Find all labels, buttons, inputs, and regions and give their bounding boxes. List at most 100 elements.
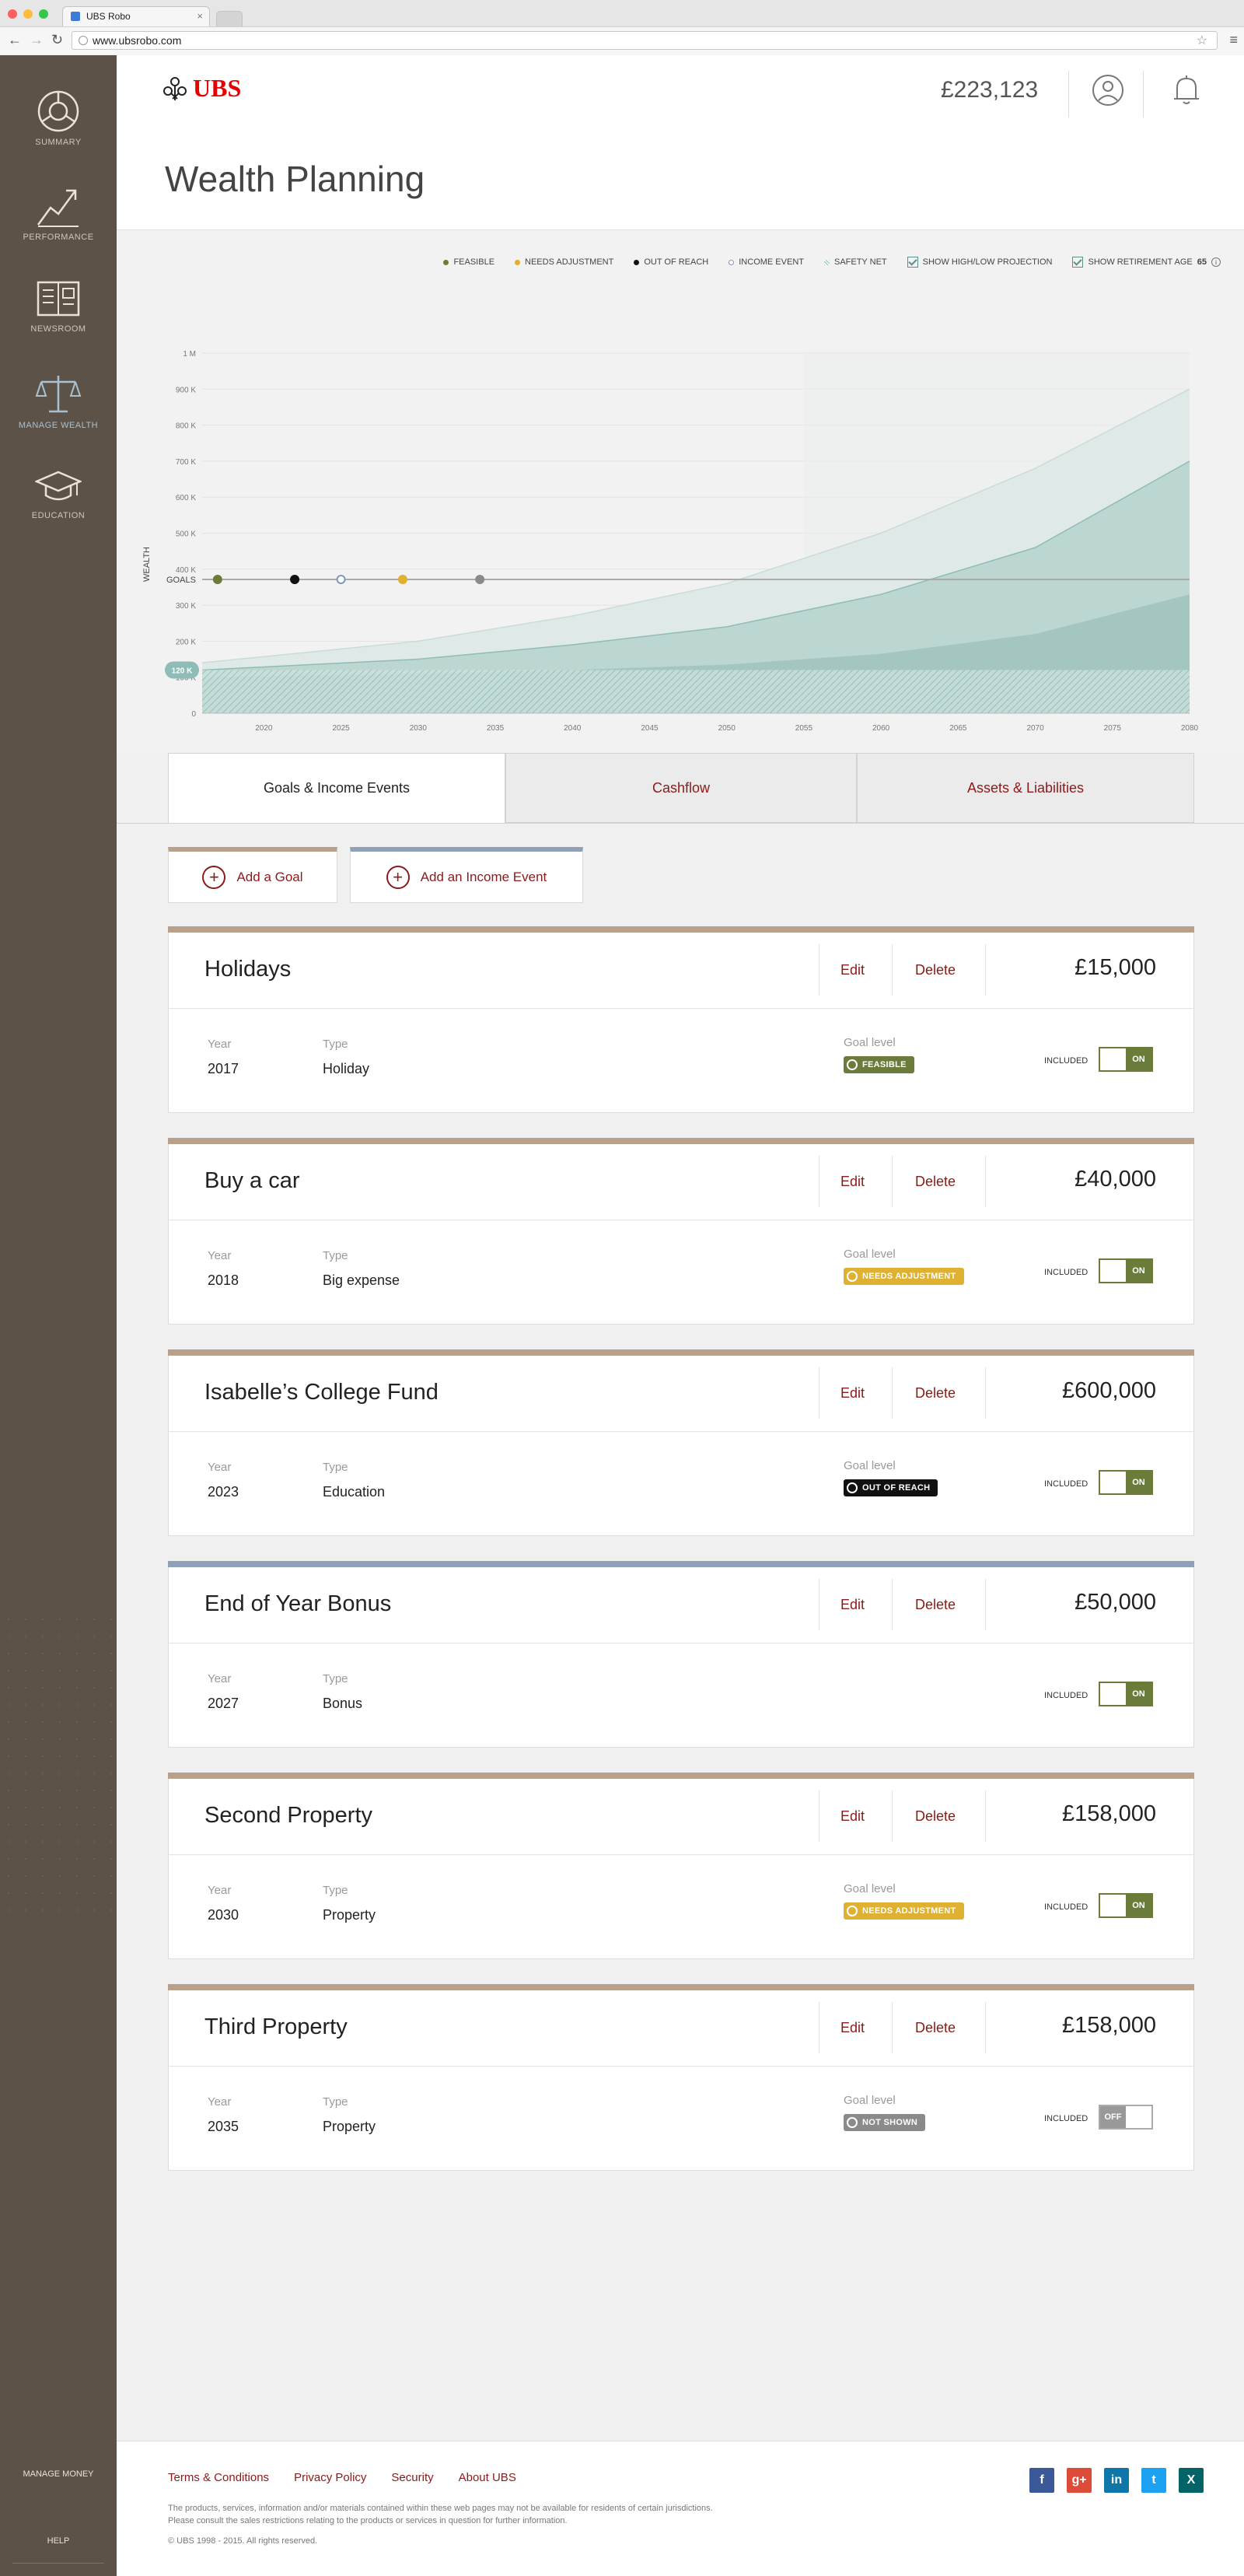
forward-arrow-icon[interactable]: → [30, 32, 44, 48]
page-info-icon [79, 36, 88, 45]
y-tick-label: 800 K [176, 422, 196, 431]
goal-card-bar [168, 926, 1194, 933]
goal-type: Property [323, 1907, 376, 1923]
included-toggle[interactable]: ON [1099, 1258, 1153, 1283]
google-plus-icon[interactable]: g+ [1067, 2468, 1092, 2493]
sidebar-item-performance[interactable]: PERFORMANCE [0, 184, 117, 242]
y-axis-label: WEALTH [142, 547, 152, 582]
toggle-knob [1100, 1260, 1126, 1282]
goal-card-bar [168, 1349, 1194, 1356]
goal-marker-2022 [290, 575, 300, 584]
wealth-chart[interactable]: 0100 K200 K300 K400 K500 K600 K700 K800 … [117, 231, 1244, 752]
back-arrow-icon[interactable]: ← [8, 32, 22, 48]
tab-close-icon[interactable]: × [197, 7, 203, 26]
privacy-link[interactable]: Privacy Policy [294, 2471, 366, 2484]
x-tick-label: 2065 [949, 724, 967, 733]
goal-card-buy-a-car: Buy a car Edit Delete £40,000 Year 2018 … [168, 1138, 1194, 1325]
sidebar-item-newsroom[interactable]: NEWSROOM [0, 279, 117, 334]
delete-button[interactable]: Delete [915, 1385, 956, 1402]
card-separator [169, 2066, 1193, 2067]
delete-button[interactable]: Delete [915, 1174, 956, 1190]
included-label: INCLUDED [1044, 2114, 1088, 2123]
delete-button[interactable]: Delete [915, 1808, 956, 1825]
sidebar-divider [12, 2563, 104, 2564]
about-link[interactable]: About UBS [459, 2471, 516, 2484]
browser-menu-icon[interactable]: ≡ [1229, 32, 1238, 48]
security-link[interactable]: Security [391, 2471, 433, 2484]
sidebar-item-education[interactable]: EDUCATION [0, 467, 117, 520]
xing-icon[interactable]: X [1179, 2468, 1204, 2493]
footer-disclaimer: The products, services, information and/… [168, 2504, 713, 2525]
x-tick-label: 2075 [1104, 724, 1122, 733]
goal-card-holidays: Holidays Edit Delete £15,000 Year 2017 T… [168, 926, 1194, 1113]
twitter-icon[interactable]: t [1141, 2468, 1166, 2493]
included-toggle[interactable]: ON [1099, 1893, 1153, 1918]
delete-button[interactable]: Delete [915, 962, 956, 978]
toggle-knob [1100, 1895, 1126, 1916]
goal-card-third-property: Third Property Edit Delete £158,000 Year… [168, 1984, 1194, 2171]
footer-links: Terms & Conditions Privacy Policy Securi… [168, 2471, 516, 2484]
goal-year: 2018 [208, 1272, 239, 1288]
minimize-window-button[interactable] [23, 9, 33, 19]
sidebar: SUMMARY PERFORMANCE NEWSROOM MANAGE WEAL… [0, 55, 117, 2576]
sidebar-item-manage-wealth[interactable]: MANAGE WEALTH [0, 373, 117, 430]
card-divider [985, 1579, 986, 1630]
page-title: Wealth Planning [165, 159, 425, 199]
bookmark-star-icon[interactable]: ☆ [1197, 33, 1207, 50]
linkedin-icon[interactable]: in [1104, 2468, 1129, 2493]
included-toggle[interactable]: OFF [1099, 2105, 1153, 2130]
type-label: Type [323, 1461, 348, 1474]
sidebar-item-label: NEWSROOM [30, 324, 86, 334]
status-text: NEEDS ADJUSTMENT [862, 1906, 956, 1916]
included-toggle[interactable]: ON [1099, 1047, 1153, 1072]
tab-cashflow[interactable]: Cashflow [505, 753, 857, 823]
notification-bell-icon[interactable] [1171, 74, 1202, 107]
included-label: INCLUDED [1044, 1479, 1088, 1489]
delete-button[interactable]: Delete [915, 1597, 956, 1613]
goal-type: Holiday [323, 1061, 370, 1076]
new-tab-button[interactable] [216, 11, 243, 26]
help-link[interactable]: HELP [0, 2536, 117, 2546]
add-income-event-button[interactable]: + Add an Income Event [350, 847, 583, 903]
ubs-logo[interactable]: UBS [162, 74, 241, 103]
x-tick-label: 2040 [564, 724, 582, 733]
included-toggle[interactable]: ON [1099, 1682, 1153, 1706]
sidebar-item-summary[interactable]: SUMMARY [0, 89, 117, 147]
status-text: NOT SHOWN [862, 2118, 918, 2127]
edit-button[interactable]: Edit [840, 1597, 865, 1613]
facebook-icon[interactable]: f [1029, 2468, 1054, 2493]
header: UBS £223,123 Wealth Planning [117, 55, 1244, 230]
browser-navbar: ← → ↻ www.ubsrobo.com ☆ ≡ [0, 26, 1244, 54]
card-divider [892, 1367, 893, 1419]
user-profile-icon[interactable] [1092, 74, 1124, 107]
status-text: OUT OF REACH [862, 1483, 931, 1493]
tab-goals-income[interactable]: Goals & Income Events [168, 753, 505, 823]
x-tick-label: 2045 [641, 724, 659, 733]
edit-button[interactable]: Edit [840, 1174, 865, 1190]
status-badge: FEASIBLE [844, 1056, 914, 1073]
edit-button[interactable]: Edit [840, 1808, 865, 1825]
type-label: Type [323, 2095, 348, 2109]
card-divider [892, 2002, 893, 2053]
edit-button[interactable]: Edit [840, 2020, 865, 2036]
tab-assets-liabilities[interactable]: Assets & Liabilities [857, 753, 1194, 823]
goal-card-second-property: Second Property Edit Delete £158,000 Yea… [168, 1773, 1194, 1959]
edit-button[interactable]: Edit [840, 962, 865, 978]
close-window-button[interactable] [8, 9, 17, 19]
performance-icon [37, 189, 79, 227]
add-goal-button[interactable]: + Add a Goal [168, 847, 337, 903]
address-bar[interactable]: www.ubsrobo.com ☆ [72, 31, 1218, 50]
edit-button[interactable]: Edit [840, 1385, 865, 1402]
browser-tab[interactable]: UBS Robo × [62, 6, 210, 26]
current-value-label: 120 K [172, 667, 193, 675]
delete-button[interactable]: Delete [915, 2020, 956, 2036]
terms-link[interactable]: Terms & Conditions [168, 2471, 269, 2484]
reload-icon[interactable]: ↻ [51, 32, 63, 48]
included-toggle[interactable]: ON [1099, 1470, 1153, 1495]
sidebar-item-label: PERFORMANCE [23, 233, 94, 242]
goal-amount: £50,000 [1075, 1590, 1156, 1615]
manage-money-link[interactable]: MANAGE MONEY [0, 2469, 117, 2479]
card-divider [892, 1156, 893, 1207]
goal-year: 2027 [208, 1696, 239, 1711]
zoom-window-button[interactable] [39, 9, 48, 19]
